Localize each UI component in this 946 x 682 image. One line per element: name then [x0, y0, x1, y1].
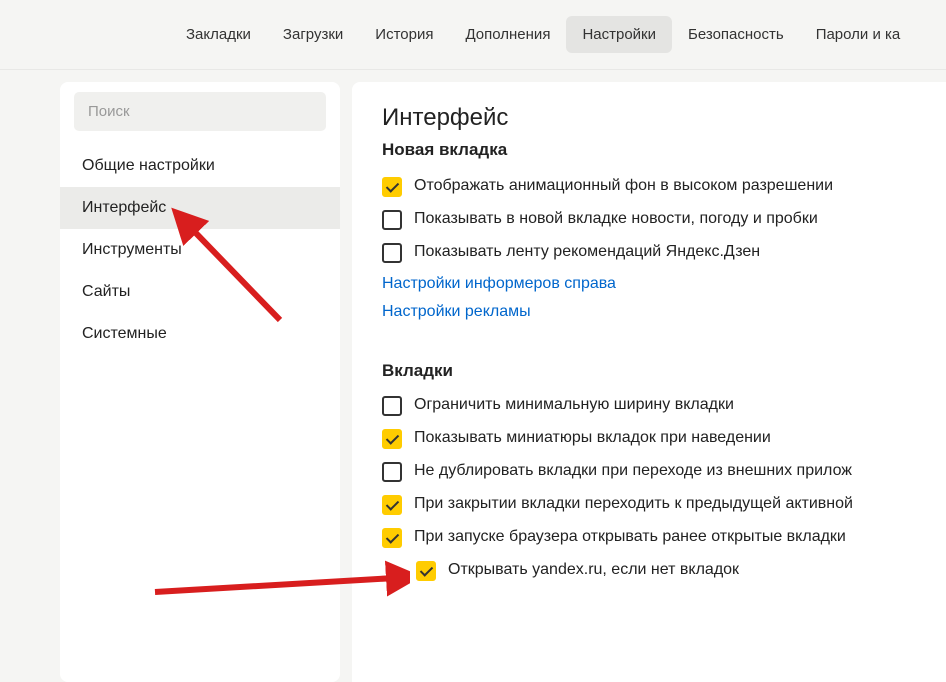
checkbox-no-dup-tabs[interactable] — [382, 462, 402, 482]
checkbox-label: Показывать ленту рекомендаций Яндекс.Дзе… — [414, 242, 760, 263]
nav-addons[interactable]: Дополнения — [449, 16, 566, 53]
checkbox-high-res-bg[interactable] — [382, 177, 402, 197]
sidebar-item-general[interactable]: Общие настройки — [60, 145, 340, 187]
main-panel: Интерфейс Новая вкладка Отображать анима… — [352, 82, 946, 682]
section-new-tab-title: Новая вкладка — [382, 140, 946, 160]
nav-history[interactable]: История — [359, 16, 449, 53]
page-title: Интерфейс — [382, 104, 946, 132]
nav-security[interactable]: Безопасность — [672, 16, 800, 53]
link-informer-settings[interactable]: Настройки информеров справа — [382, 275, 616, 292]
checkbox-prev-active-tab[interactable] — [382, 495, 402, 515]
sidebar: Общие настройки Интерфейс Инструменты Са… — [60, 82, 340, 682]
link-ad-settings[interactable]: Настройки рекламы — [382, 303, 531, 320]
checkbox-label: Отображать анимационный фон в высоком ра… — [414, 176, 833, 197]
checkbox-label: Показывать в новой вкладке новости, пого… — [414, 209, 818, 230]
checkbox-show-zen[interactable] — [382, 243, 402, 263]
top-nav: Закладки Загрузки История Дополнения Нас… — [0, 0, 946, 70]
section-tabs-title: Вкладки — [382, 361, 946, 381]
checkbox-show-news-weather[interactable] — [382, 210, 402, 230]
checkbox-restore-tabs[interactable] — [382, 528, 402, 548]
checkbox-open-yandex[interactable] — [416, 561, 436, 581]
nav-downloads[interactable]: Загрузки — [267, 16, 359, 53]
checkbox-tab-previews[interactable] — [382, 429, 402, 449]
checkbox-label: Открывать yandex.ru, если нет вкладок — [448, 560, 739, 581]
checkbox-label: Показывать миниатюры вкладок при наведен… — [414, 428, 771, 449]
sidebar-item-interface[interactable]: Интерфейс — [60, 187, 340, 229]
search-input[interactable] — [74, 92, 326, 131]
sidebar-item-system[interactable]: Системные — [60, 313, 340, 355]
checkbox-label: При закрытии вкладки переходить к предыд… — [414, 494, 853, 515]
checkbox-label: Не дублировать вкладки при переходе из в… — [414, 461, 852, 482]
checkbox-label: При запуске браузера открывать ранее отк… — [414, 527, 846, 548]
sidebar-item-tools[interactable]: Инструменты — [60, 229, 340, 271]
sidebar-item-sites[interactable]: Сайты — [60, 271, 340, 313]
nav-bookmarks[interactable]: Закладки — [170, 16, 267, 53]
checkbox-min-tab-width[interactable] — [382, 396, 402, 416]
nav-passwords[interactable]: Пароли и ка — [800, 16, 917, 53]
checkbox-label: Ограничить минимальную ширину вкладки — [414, 395, 734, 416]
nav-settings[interactable]: Настройки — [566, 16, 672, 53]
